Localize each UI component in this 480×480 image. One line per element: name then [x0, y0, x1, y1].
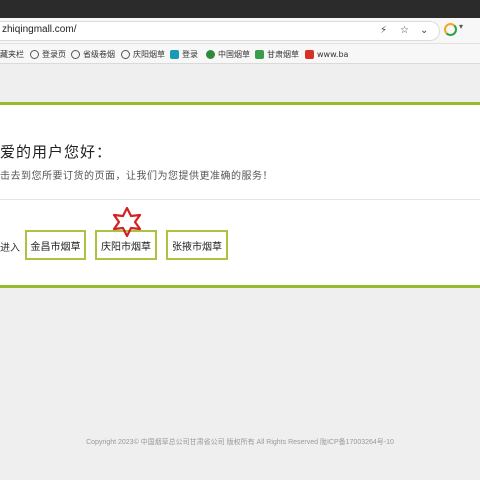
bookmark-label: www.ba — [317, 49, 349, 59]
login-site-icon — [170, 49, 179, 59]
bookmark-label: 甘肃烟草 — [267, 49, 299, 59]
baidu-icon — [305, 49, 314, 59]
profile-caret-icon[interactable]: ▾ — [459, 22, 463, 31]
url-text[interactable]: zhiqingmall.com/ — [2, 24, 76, 35]
globe-icon — [30, 49, 39, 59]
page-subtext: 击去到您所要订货的页面，让我们为您提供更准确的服务！ — [0, 171, 273, 182]
bookmark-item[interactable]: 省级卷烟 — [71, 47, 115, 61]
globe-icon — [71, 49, 80, 59]
bookmark-label: 登录 — [182, 49, 198, 59]
bookmark-label: 藏夹栏 — [0, 49, 24, 59]
tobacco-logo-icon — [206, 49, 215, 59]
city-button-jinchang[interactable]: 金昌市烟草 — [25, 230, 86, 260]
star-outline-icon[interactable]: ☆ — [400, 25, 409, 36]
star-marker-icon — [112, 207, 142, 237]
bookmark-item[interactable]: 庆阳烟草 — [121, 47, 165, 61]
bookmark-item[interactable]: 藏夹栏 — [0, 47, 24, 61]
bookmark-item[interactable]: 登录 — [170, 47, 198, 61]
bookmark-label: 登录页 — [42, 49, 66, 59]
page-content: 爱的用户您好： 击去到您所要订货的页面，让我们为您提供更准确的服务！ 进入 金昌… — [0, 64, 480, 480]
bookmark-item[interactable]: 中国烟草 — [206, 47, 250, 61]
divider — [0, 199, 480, 200]
city-button-zhangye[interactable]: 张掖市烟草 — [166, 230, 228, 260]
chevron-down-icon[interactable]: ⌄ — [420, 25, 428, 36]
address-bar: zhiqingmall.com/ ⚡ ☆ ⌄ ▾ — [0, 18, 480, 44]
globe-icon — [121, 49, 130, 59]
window-top-strip — [0, 0, 480, 18]
bookmark-item[interactable]: 甘肃烟草 — [255, 47, 299, 61]
page-greeting: 爱的用户您好： — [0, 143, 113, 161]
footer-copyright: Copyright 2023© 中国烟草总公司甘肃省公司 版权所有 All Ri… — [86, 439, 394, 446]
city-selection-panel: 爱的用户您好： 击去到您所要订货的页面，让我们为您提供更准确的服务！ 进入 金昌… — [0, 102, 480, 288]
bookmark-item[interactable]: www.ba — [305, 47, 348, 61]
flash-icon[interactable]: ⚡ — [380, 25, 387, 36]
bookmark-label: 庆阳烟草 — [133, 49, 165, 59]
bookmark-item[interactable]: 登录页 — [30, 47, 66, 61]
bookmarks-bar: 藏夹栏 登录页 省级卷烟 庆阳烟草 登录 中国烟草 甘肃烟草 www.ba — [0, 44, 480, 64]
gansu-tobacco-icon — [255, 49, 264, 59]
enter-label: 进入 — [0, 243, 20, 254]
url-field[interactable]: zhiqingmall.com/ ⚡ ☆ ⌄ — [0, 21, 440, 41]
profile-icon[interactable] — [444, 23, 457, 36]
bookmark-label: 中国烟草 — [218, 49, 250, 59]
bookmark-label: 省级卷烟 — [83, 49, 115, 59]
